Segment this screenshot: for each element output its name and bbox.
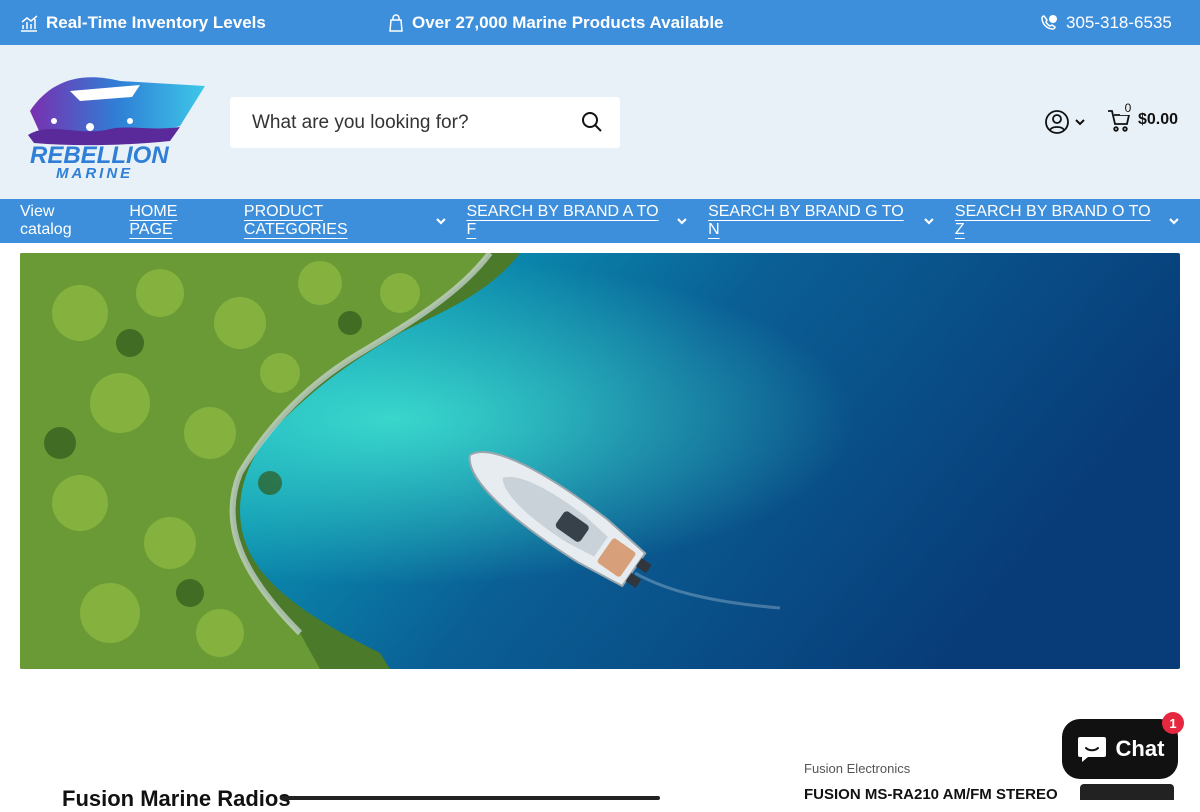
chevron-down-icon	[677, 218, 687, 225]
site-header: REBELLION MARINE 0 $0.00	[0, 45, 1200, 199]
nav-brand-a-f[interactable]: SEARCH BY BRAND A TO F	[466, 203, 688, 239]
chat-bubble-icon	[1077, 737, 1106, 762]
inventory-text: Real-Time Inventory Levels	[46, 12, 266, 32]
cart-button[interactable]: 0 $0.00	[1106, 101, 1179, 133]
chat-label: Chat	[1115, 736, 1165, 761]
chat-button[interactable]: Chat	[1062, 719, 1178, 779]
product-image[interactable]	[280, 796, 660, 800]
product-brand[interactable]: Fusion Electronics	[804, 761, 910, 776]
nav-product-categories[interactable]: PRODUCT CATEGORIES	[244, 203, 447, 239]
chevron-down-icon	[435, 218, 446, 225]
nav-label: HOME PAGE	[129, 203, 178, 238]
nav-home-page[interactable]: HOME PAGE	[129, 203, 224, 239]
featured-section	[0, 669, 1200, 800]
chart-icon	[21, 14, 38, 32]
phone-number[interactable]: 305-318-6535	[1066, 13, 1172, 33]
account-button[interactable]	[1044, 109, 1086, 135]
inventory-notice: Real-Time Inventory Levels	[20, 0, 266, 45]
nav-label: View catalog	[20, 203, 72, 238]
nav-view-catalog[interactable]: View catalog	[20, 203, 109, 239]
logo-text-marine: MARINE	[56, 165, 133, 181]
announcement-bar: Real-Time Inventory Levels Over 27,000 M…	[0, 0, 1200, 45]
user-icon	[1045, 110, 1069, 134]
search-input[interactable]	[230, 111, 560, 134]
chevron-down-icon	[1075, 119, 1085, 126]
product-name[interactable]: FUSION MS-RA210 AM/FM STEREO	[804, 786, 1058, 803]
chevron-down-icon	[924, 218, 934, 225]
chat-notification-badge: 1	[1162, 712, 1184, 734]
phone-link[interactable]: 305-318-6535	[1040, 0, 1172, 45]
bag-icon	[389, 13, 403, 32]
hero-banner[interactable]	[20, 253, 1180, 669]
cart-count: 0	[1120, 101, 1136, 115]
nav-brand-g-n[interactable]: SEARCH BY BRAND G TO N	[708, 203, 935, 239]
logo[interactable]: REBELLION MARINE	[20, 71, 210, 182]
nav-label: SEARCH BY BRAND O TO Z	[954, 203, 1151, 238]
products-notice: Over 27,000 Marine Products Available	[388, 0, 724, 45]
products-text: Over 27,000 Marine Products Available	[412, 12, 724, 32]
search-bar	[230, 97, 620, 148]
chevron-down-icon	[1169, 218, 1179, 225]
nav-label: SEARCH BY BRAND A TO F	[466, 203, 659, 238]
nav-label: PRODUCT CATEGORIES	[243, 203, 348, 238]
product-thumbnail[interactable]	[1080, 784, 1174, 800]
nav-label: SEARCH BY BRAND G TO N	[708, 203, 904, 238]
phone-chat-icon	[1041, 14, 1057, 30]
search-icon[interactable]	[580, 110, 604, 134]
main-nav: View catalog HOME PAGE PRODUCT CATEGORIE…	[0, 199, 1200, 243]
nav-brand-o-z[interactable]: SEARCH BY BRAND O TO Z	[955, 203, 1180, 239]
section-title: Fusion Marine Radios	[62, 786, 291, 811]
cart-total: $0.00	[1138, 111, 1179, 128]
